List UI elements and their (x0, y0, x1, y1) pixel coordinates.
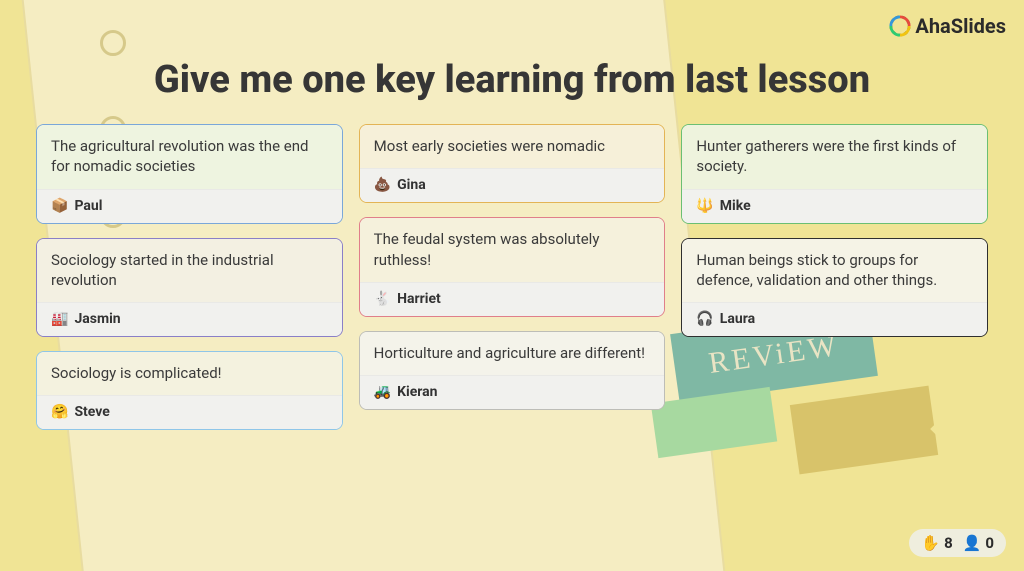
response-author-row: 🤗 Steve (37, 395, 342, 429)
author-name: Harriet (397, 291, 441, 307)
author-name: Laura (720, 311, 755, 327)
author-emoji-icon: 🎧 (696, 311, 713, 327)
response-card[interactable]: Human beings stick to groups for defence… (681, 238, 988, 338)
response-text: Sociology is complicated! (37, 352, 342, 395)
author-name: Mike (720, 198, 751, 214)
author-name: Jasmin (74, 311, 120, 327)
author-emoji-icon: 🚜 (374, 384, 391, 400)
response-text: The feudal system was absolutely ruthles… (360, 218, 665, 282)
response-card[interactable]: Sociology is complicated! 🤗 Steve (36, 351, 343, 430)
author-emoji-icon: 🏭 (51, 311, 68, 327)
response-card[interactable]: Sociology started in the industrial revo… (36, 238, 343, 338)
responses-column: Most early societies were nomadic 💩 Gina… (359, 124, 666, 430)
response-text: Most early societies were nomadic (360, 125, 665, 168)
brand-name: AhaSlides (915, 14, 1006, 38)
author-emoji-icon: 🤗 (51, 404, 68, 420)
response-author-row: 🎧 Laura (682, 302, 987, 336)
response-card[interactable]: Hunter gatherers were the first kinds of… (681, 124, 988, 224)
response-card[interactable]: The feudal system was absolutely ruthles… (359, 217, 666, 317)
response-author-row: 🚜 Kieran (360, 375, 665, 409)
author-name: Gina (397, 177, 426, 193)
author-emoji-icon: 💩 (374, 177, 391, 193)
hand-icon: ✋ (921, 534, 940, 552)
response-text: Sociology started in the industrial revo… (37, 239, 342, 303)
response-author-row: 🐇 Harriet (360, 282, 665, 316)
response-card[interactable]: Horticulture and agriculture are differe… (359, 331, 666, 410)
responses-column: The agricultural revolution was the end … (36, 124, 343, 430)
response-author-row: 📦 Paul (37, 189, 342, 223)
status-pill: ✋ 8 👤 0 (909, 529, 1006, 557)
response-text: Hunter gatherers were the first kinds of… (682, 125, 987, 189)
brand-logo-icon (889, 15, 911, 37)
responses-grid: The agricultural revolution was the end … (0, 102, 1024, 430)
hand-count-value: 8 (944, 534, 953, 552)
author-emoji-icon: 📦 (51, 198, 68, 214)
participants-count: 👤 0 (963, 534, 994, 552)
response-card[interactable]: The agricultural revolution was the end … (36, 124, 343, 224)
response-author-row: 🏭 Jasmin (37, 302, 342, 336)
user-icon: 👤 (963, 534, 982, 552)
raised-hands-count: ✋ 8 (921, 534, 952, 552)
author-emoji-icon: 🐇 (374, 291, 391, 307)
response-text: The agricultural revolution was the end … (37, 125, 342, 189)
author-emoji-icon: 🔱 (696, 198, 713, 214)
response-author-row: 💩 Gina (360, 168, 665, 202)
response-author-row: 🔱 Mike (682, 189, 987, 223)
responses-column: Hunter gatherers were the first kinds of… (681, 124, 988, 430)
brand-logo: AhaSlides (889, 14, 1006, 38)
response-card[interactable]: Most early societies were nomadic 💩 Gina (359, 124, 666, 203)
slide-title: Give me one key learning from last lesso… (0, 0, 1024, 102)
author-name: Paul (74, 198, 102, 214)
response-text: Human beings stick to groups for defence… (682, 239, 987, 303)
user-count-value: 0 (985, 534, 994, 552)
response-text: Horticulture and agriculture are differe… (360, 332, 665, 375)
author-name: Steve (74, 404, 109, 420)
author-name: Kieran (397, 384, 437, 400)
